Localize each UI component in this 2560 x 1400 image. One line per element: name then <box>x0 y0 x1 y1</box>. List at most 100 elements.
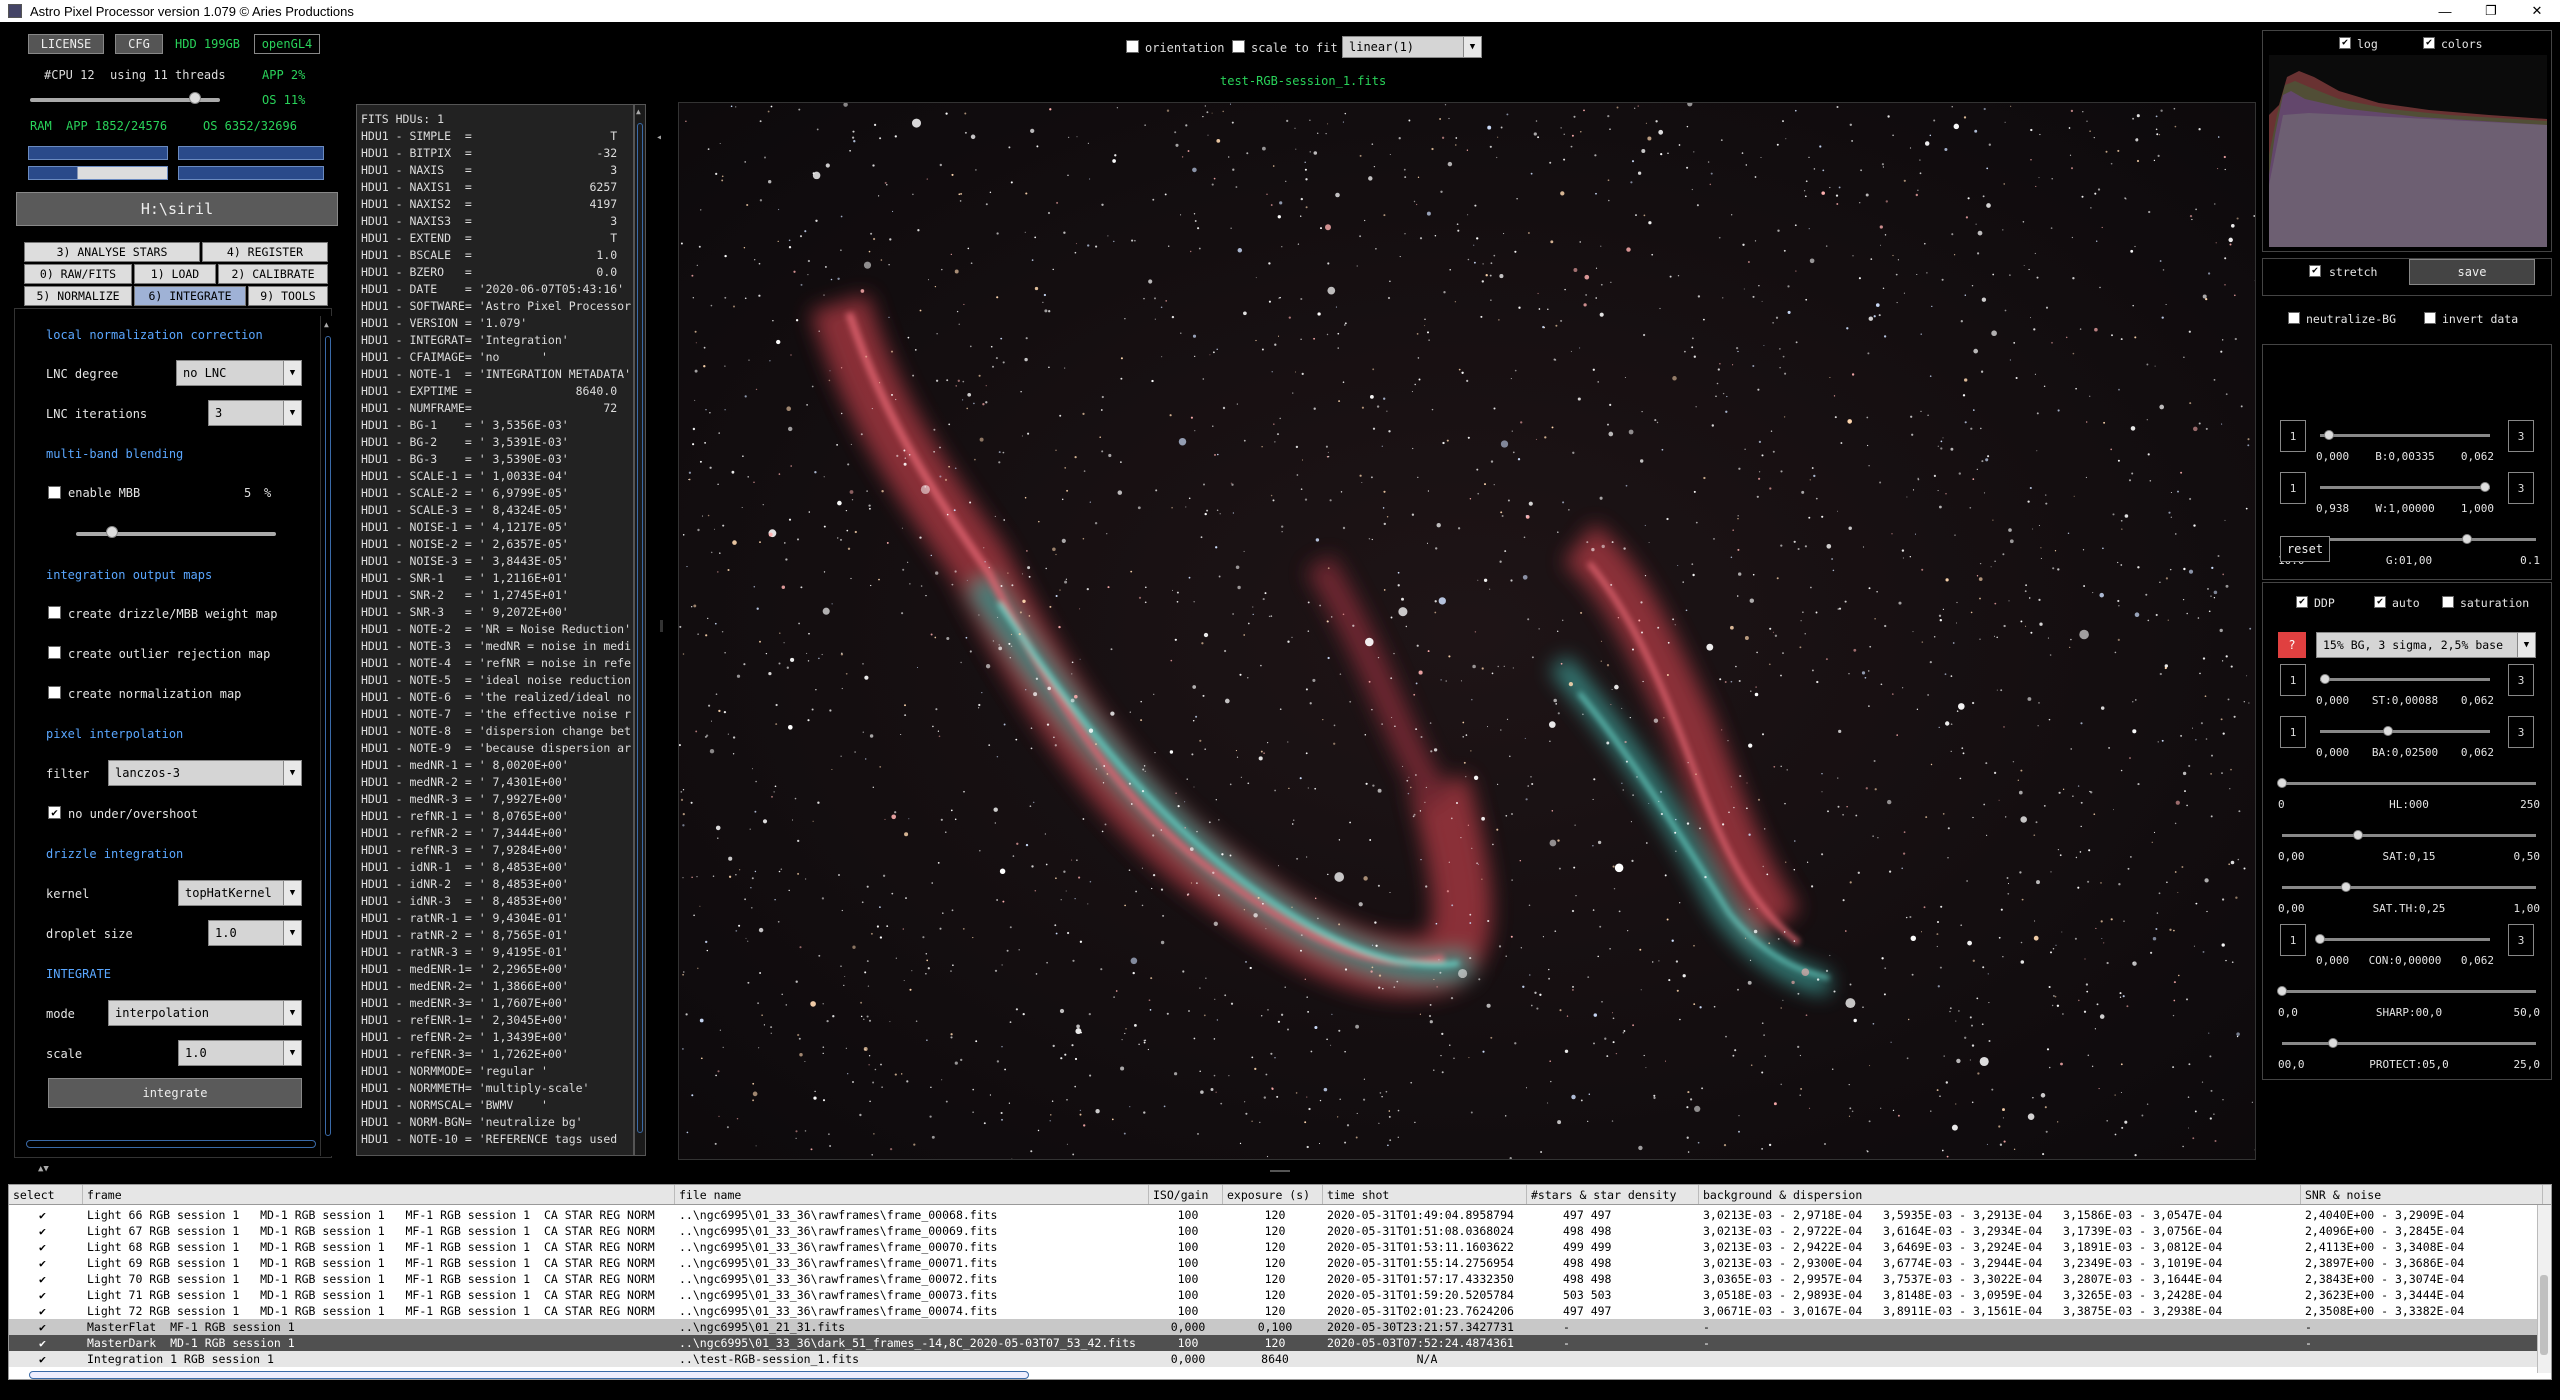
row-select-checkbox[interactable]: ✔ <box>9 1303 83 1319</box>
con-decrement-button[interactable]: 1 <box>2280 924 2306 956</box>
stretch-checkbox[interactable]: ✔ <box>2309 265 2321 277</box>
license-button[interactable]: LICENSE <box>28 34 104 54</box>
tab-calibrate[interactable]: 2) CALIBRATE <box>218 264 328 284</box>
st-increment-button[interactable]: 3 <box>2508 664 2534 696</box>
help-button[interactable]: ? <box>2278 632 2306 658</box>
column-header[interactable]: file name <box>675 1185 1149 1204</box>
table-row[interactable]: ✔ Light 66 RGB session 1 MD-1 RGB session… <box>9 1207 2551 1223</box>
lnc-degree-select[interactable]: no LNC ▼ <box>176 360 302 386</box>
sharp-slider-knob[interactable] <box>2277 986 2287 996</box>
tab-integrate[interactable]: 6) INTEGRATE <box>134 286 246 306</box>
tab-load[interactable]: 1) LOAD <box>134 264 216 284</box>
satth-slider-track[interactable] <box>2282 886 2536 889</box>
row-select-checkbox[interactable]: ✔ <box>9 1335 83 1351</box>
collapse-left-icon[interactable]: ◂ <box>656 132 662 143</box>
mode-select[interactable]: interpolation ▼ <box>108 1000 302 1026</box>
sharp-slider-track[interactable] <box>2282 990 2536 993</box>
ba-increment-button[interactable]: 3 <box>2508 716 2534 748</box>
table-row[interactable]: ✔ Light 72 RGB session 1 MD-1 RGB session… <box>9 1303 2551 1319</box>
con-slider-track[interactable] <box>2320 938 2490 941</box>
mbb-slider-knob[interactable] <box>106 526 118 538</box>
column-header[interactable]: exposure (s) <box>1223 1185 1323 1204</box>
b-slider-knob[interactable] <box>2323 430 2334 440</box>
integrate-button[interactable]: integrate <box>48 1078 302 1108</box>
minimize-button[interactable]: — <box>2422 0 2468 22</box>
b-slider-track[interactable] <box>2320 434 2490 437</box>
row-select-checkbox[interactable]: ✔ <box>9 1319 83 1335</box>
w-decrement-button[interactable]: 1 <box>2280 472 2306 504</box>
outlier-map-checkbox[interactable] <box>48 646 61 659</box>
splitter-handle[interactable] <box>660 620 663 632</box>
st-slider-track[interactable] <box>2320 678 2490 681</box>
b-decrement-button[interactable]: 1 <box>2280 420 2306 452</box>
frame-list-table[interactable]: select frame file name ISO/gain exposure (s)… <box>8 1184 2552 1380</box>
row-select-checkbox[interactable]: ✔ <box>9 1287 83 1303</box>
con-increment-button[interactable]: 3 <box>2508 924 2534 956</box>
cpu-slider-knob[interactable] <box>189 92 202 104</box>
tab-raw-fits[interactable]: 0) RAW/FITS <box>24 264 132 284</box>
row-select-checkbox[interactable]: ✔ <box>9 1207 83 1223</box>
tab-analyse-stars[interactable]: 3) ANALYSE STARS <box>24 242 200 262</box>
reset-button[interactable]: reset <box>2280 536 2330 562</box>
column-header[interactable]: background & dispersion <box>1699 1185 2301 1204</box>
normalization-map-checkbox[interactable] <box>48 686 61 699</box>
tab-tools[interactable]: 9) TOOLS <box>248 286 328 306</box>
table-row[interactable]: ✔ Light 67 RGB session 1 MD-1 RGB session… <box>9 1223 2551 1239</box>
con-slider-knob[interactable] <box>2315 934 2325 944</box>
scale-select[interactable]: 1.0 ▼ <box>178 1040 302 1066</box>
stretch-mode-select[interactable]: linear(1) ▼ <box>1342 36 1482 58</box>
auto-checkbox[interactable]: ✔ <box>2374 596 2386 608</box>
table-row[interactable]: ✔ MasterDark MD-1 RGB session 1 ..\ngc6995… <box>9 1335 2551 1351</box>
row-select-checkbox[interactable]: ✔ <box>9 1239 83 1255</box>
sat-slider-track[interactable] <box>2282 834 2536 837</box>
w-slider-track[interactable] <box>2320 486 2490 489</box>
row-select-checkbox[interactable]: ✔ <box>9 1351 83 1367</box>
column-header[interactable]: select <box>9 1185 83 1204</box>
no-overshoot-checkbox[interactable]: ✔ <box>48 806 61 819</box>
opengl-button[interactable]: openGL4 <box>254 34 320 54</box>
prot-slider-knob[interactable] <box>2327 1038 2338 1048</box>
neutralize-bg-checkbox[interactable] <box>2288 312 2300 324</box>
column-header[interactable]: ISO/gain <box>1149 1185 1223 1204</box>
column-header[interactable]: frame <box>83 1185 675 1204</box>
b-increment-button[interactable]: 3 <box>2508 420 2534 452</box>
drizzle-weight-map-checkbox[interactable] <box>48 606 61 619</box>
cfg-button[interactable]: CFG <box>115 34 163 54</box>
table-hscrollbar[interactable] <box>29 1371 1029 1379</box>
ddp-checkbox[interactable]: ✔ <box>2296 596 2308 608</box>
close-button[interactable]: ✕ <box>2514 0 2560 22</box>
collapse-up-icon[interactable]: ▲▼ <box>38 1164 49 1174</box>
droplet-size-select[interactable]: 1.0 ▼ <box>208 920 302 946</box>
ddp-preset-select[interactable]: 15% BG, 3 sigma, 2,5% base ▼ <box>2316 632 2536 658</box>
hl-slider-track[interactable] <box>2282 782 2536 785</box>
table-row[interactable]: ✔ MasterFlat MF-1 RGB session 1 ..\ngc6995… <box>9 1319 2551 1335</box>
w-slider-knob[interactable] <box>2479 482 2490 492</box>
panel-scrollbar[interactable]: ▲ <box>320 316 334 1156</box>
table-row[interactable]: ✔ Light 70 RGB session 1 MD-1 RGB session… <box>9 1271 2551 1287</box>
scale-to-fit-checkbox[interactable] <box>1232 40 1245 53</box>
saturation-checkbox[interactable] <box>2442 596 2454 608</box>
column-header[interactable]: time shot <box>1323 1185 1527 1204</box>
enable-mbb-checkbox[interactable] <box>48 486 61 499</box>
fits-header-list[interactable]: FITS HDUs: 1 HDU1 - SIMPLE = T HDU1 - BITP… <box>356 104 634 1156</box>
fits-header-scrollbar[interactable]: ▲ <box>634 104 646 1156</box>
save-button[interactable]: save <box>2409 259 2535 285</box>
table-row[interactable]: ✔ Light 71 RGB session 1 MD-1 RGB session… <box>9 1287 2551 1303</box>
table-row[interactable]: ✔ Light 69 RGB session 1 MD-1 RGB session… <box>9 1255 2551 1271</box>
log-checkbox[interactable]: ✔ <box>2339 37 2351 49</box>
column-header[interactable]: SNR & noise <box>2301 1185 2543 1204</box>
filter-select[interactable]: lanczos-3 ▼ <box>108 760 302 786</box>
ba-decrement-button[interactable]: 1 <box>2280 716 2306 748</box>
orientation-checkbox[interactable] <box>1126 40 1139 53</box>
table-row[interactable]: ✔ Light 68 RGB session 1 MD-1 RGB session… <box>9 1239 2551 1255</box>
splitter-handle-bottom[interactable] <box>1270 1170 1290 1172</box>
panel-hscrollbar[interactable] <box>26 1140 316 1148</box>
astro-image-canvas[interactable] <box>678 102 2256 1160</box>
tab-normalize[interactable]: 5) NORMALIZE <box>24 286 132 306</box>
st-decrement-button[interactable]: 1 <box>2280 664 2306 696</box>
row-select-checkbox[interactable]: ✔ <box>9 1223 83 1239</box>
tab-register[interactable]: 4) REGISTER <box>202 242 328 262</box>
lnc-iterations-select[interactable]: 3 ▼ <box>208 400 302 426</box>
table-row[interactable]: ✔ Integration 1 RGB session 1 ..\test-RGB-… <box>9 1351 2551 1367</box>
ba-slider-knob[interactable] <box>2383 726 2393 736</box>
